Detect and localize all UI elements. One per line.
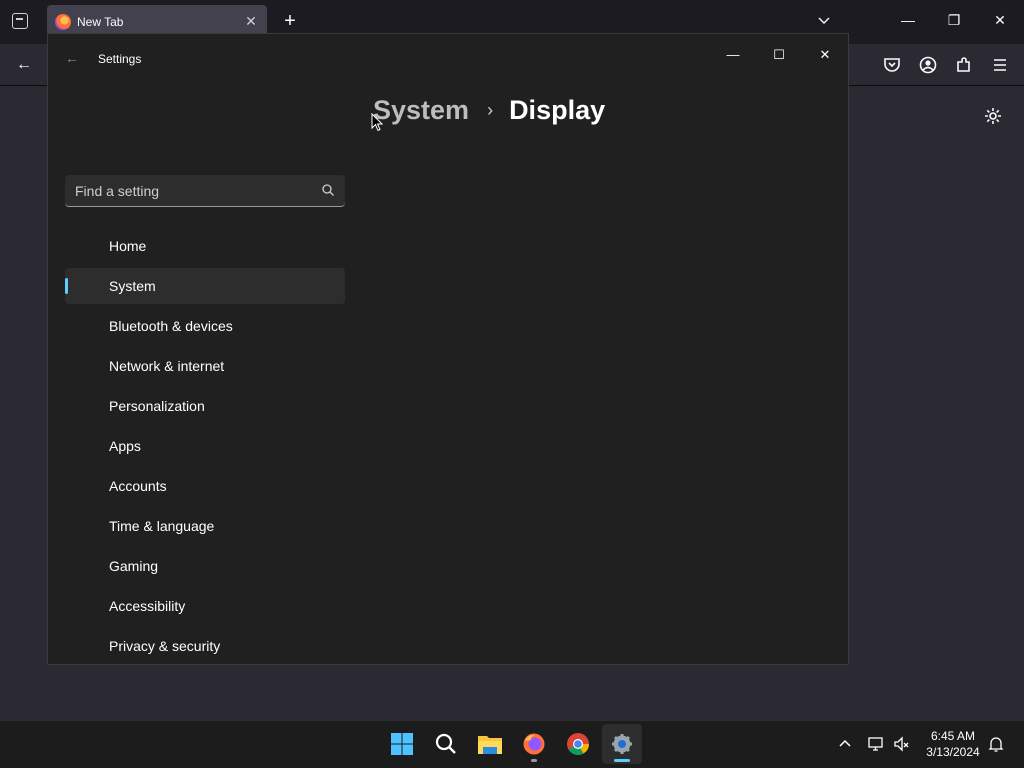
nav-item-bluetooth-devices[interactable]: Bluetooth & devices — [65, 308, 345, 344]
new-tab-button[interactable]: + — [281, 11, 299, 31]
active-indicator — [614, 759, 630, 762]
taskbar-chrome[interactable] — [558, 724, 598, 764]
menu-icon[interactable] — [990, 55, 1010, 75]
close-icon[interactable]: ✕ — [802, 40, 848, 70]
nav-item-network-internet[interactable]: Network & internet — [65, 348, 345, 384]
search-icon[interactable] — [321, 183, 335, 197]
pocket-icon[interactable] — [882, 55, 902, 75]
settings-title-bar: ← Settings — ☐ ✕ — [48, 34, 848, 82]
firefox-icon — [523, 733, 545, 755]
nav-item-label: Apps — [109, 438, 141, 454]
list-all-tabs-icon[interactable] — [12, 13, 28, 29]
nav-item-label: Bluetooth & devices — [109, 318, 233, 334]
breadcrumb: System › Display — [373, 90, 605, 130]
extensions-icon[interactable] — [954, 55, 974, 75]
file-explorer-icon — [478, 736, 502, 754]
gear-icon[interactable] — [983, 106, 1003, 126]
back-arrow-icon[interactable]: ← — [64, 50, 80, 66]
chrome-icon — [567, 733, 589, 755]
taskbar-file-explorer[interactable] — [470, 724, 510, 764]
browser-close-icon[interactable]: ✕ — [992, 12, 1008, 28]
notification-bell-icon[interactable] — [987, 735, 1005, 753]
maximize-icon[interactable]: ☐ — [756, 40, 802, 70]
nav-item-label: Accounts — [109, 478, 167, 494]
start-button[interactable] — [382, 724, 422, 764]
nav-item-label: Gaming — [109, 558, 159, 574]
nav-item-label: Personalization — [109, 398, 205, 414]
close-tab-icon[interactable]: ✕ — [243, 13, 259, 29]
nav-item-time-language[interactable]: Time & language — [65, 508, 345, 544]
browser-minimize-icon[interactable]: — — [900, 12, 916, 28]
minimize-icon[interactable]: — — [710, 40, 756, 70]
search-input[interactable] — [65, 175, 315, 206]
taskbar-clock[interactable]: 6:45 AM 3/13/2024 — [915, 728, 991, 760]
nav-item-label: Accessibility — [109, 598, 186, 614]
mouse-cursor-icon — [371, 113, 383, 132]
search-box[interactable] — [65, 175, 345, 207]
taskbar-firefox[interactable] — [514, 724, 554, 764]
chevron-down-icon[interactable] — [818, 14, 830, 26]
network-icon[interactable] — [867, 735, 885, 753]
settings-icon — [612, 734, 632, 754]
chevron-up-icon[interactable] — [836, 735, 854, 753]
nav-item-label: Privacy & security — [109, 638, 221, 654]
page-title: Display — [509, 94, 606, 125]
back-arrow-icon[interactable]: ← — [14, 55, 34, 75]
browser-restore-icon[interactable]: ❐ — [946, 12, 962, 28]
nav-item-label: System — [109, 278, 156, 294]
taskbar-search-button[interactable] — [426, 724, 466, 764]
nav-item-accounts[interactable]: Accounts — [65, 468, 345, 504]
nav-item-home[interactable]: Home — [65, 228, 345, 264]
nav-item-label: Time & language — [109, 518, 215, 534]
clock-time: 6:45 AM — [930, 729, 976, 743]
account-icon[interactable] — [918, 55, 938, 75]
clock-date: 3/13/2024 — [926, 745, 980, 759]
nav-item-privacy-security[interactable]: Privacy & security — [65, 628, 345, 664]
settings-window: ← Settings — ☐ ✕ System › Display Home S… — [47, 33, 849, 665]
breadcrumb-chevron-icon: › — [487, 99, 494, 120]
volume-muted-icon[interactable] — [893, 735, 911, 753]
running-indicator — [531, 759, 537, 762]
app-title: Settings — [98, 52, 142, 66]
start-icon — [391, 733, 413, 755]
nav-item-gaming[interactable]: Gaming — [65, 548, 345, 584]
nav-item-accessibility[interactable]: Accessibility — [65, 588, 345, 624]
taskbar-settings[interactable] — [602, 724, 642, 764]
nav-item-apps[interactable]: Apps — [65, 428, 345, 464]
firefox-favicon-icon — [55, 14, 71, 30]
settings-nav: Home System Bluetooth & devices Network … — [65, 228, 345, 668]
breadcrumb-parent-link[interactable]: System — [373, 95, 469, 126]
browser-tab-title: New Tab — [77, 15, 124, 29]
nav-item-personalization[interactable]: Personalization — [65, 388, 345, 424]
nav-item-label: Network & internet — [109, 358, 225, 374]
search-icon — [435, 733, 456, 754]
nav-item-label: Home — [109, 238, 147, 254]
nav-item-system[interactable]: System — [65, 268, 345, 304]
